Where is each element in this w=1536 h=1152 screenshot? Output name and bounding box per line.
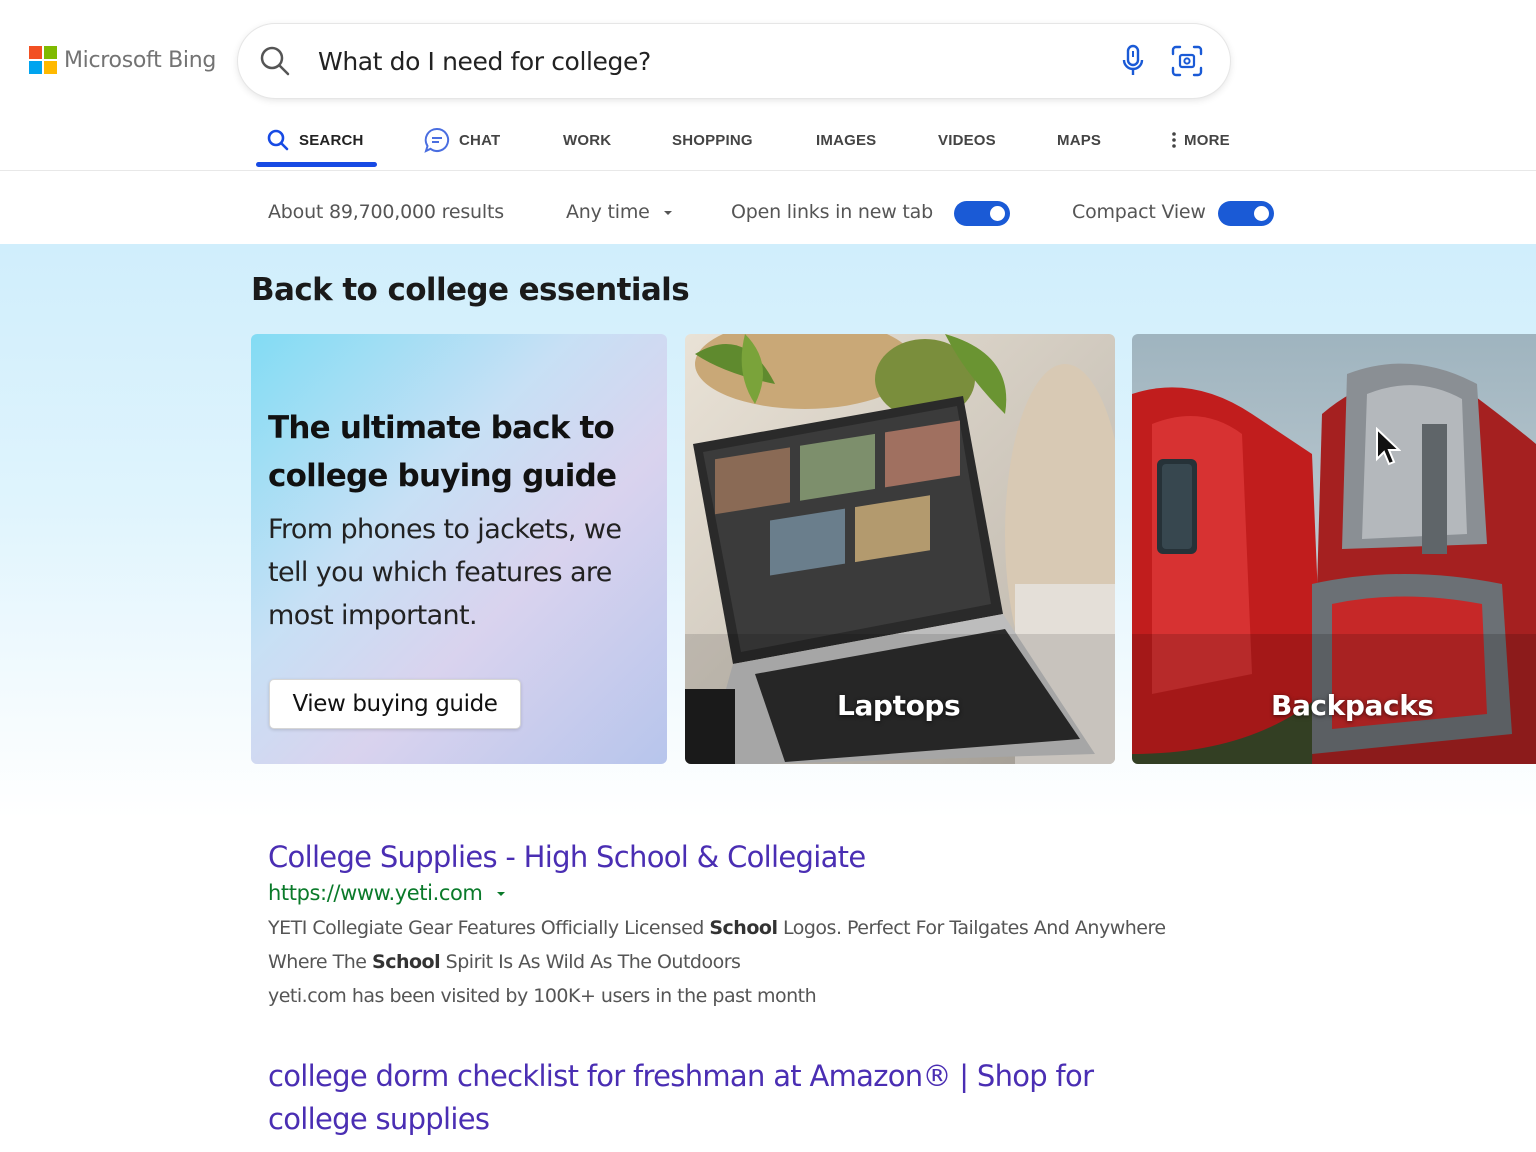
tab-chat[interactable]: CHAT [424, 112, 500, 168]
tab-maps[interactable]: MAPS [1057, 112, 1101, 168]
laptops-card[interactable]: Laptops [685, 334, 1115, 764]
snippet-text: YETI Collegiate Gear Features Officially… [268, 917, 710, 939]
search-input[interactable] [316, 46, 1080, 77]
visual-search-icon[interactable] [1170, 44, 1204, 78]
search-box[interactable] [238, 24, 1230, 98]
tab-images[interactable]: IMAGES [816, 112, 876, 168]
snippet-highlight: School [372, 951, 441, 973]
result-url-text: https://www.yeti.com [268, 881, 483, 905]
card-label: Backpacks [1271, 689, 1434, 722]
more-vertical-icon [1172, 132, 1176, 148]
guide-description: From phones to jackets, we tell you whic… [268, 514, 622, 631]
tab-label: CHAT [459, 131, 501, 149]
mouse-cursor-icon [1376, 427, 1401, 466]
time-filter-label: Any time [566, 201, 650, 223]
compact-view-toggle[interactable] [1218, 201, 1274, 226]
result-snippet: YETI Collegiate Gear Features Officially… [268, 911, 1168, 979]
toggle-knob [1254, 206, 1269, 221]
open-links-toggle[interactable] [954, 201, 1010, 226]
result-title-link[interactable]: College Supplies - High School & Collegi… [268, 836, 1168, 879]
result-title-link[interactable]: college dorm checklist for freshman at A… [268, 1055, 1168, 1141]
search-result: College Supplies - High School & Collegi… [268, 836, 1168, 1013]
tab-label: VIDEOS [938, 131, 996, 149]
microphone-icon[interactable] [1120, 43, 1146, 79]
tab-label: WORK [563, 131, 612, 149]
buying-guide-card[interactable]: The ultimate back to college buying guid… [251, 334, 667, 764]
snippet-text: Spirit Is As Wild As The Outdoors [440, 951, 741, 973]
filter-bar: About 89,700,000 results Any time Open l… [0, 171, 1536, 243]
active-tab-indicator [256, 162, 377, 167]
view-buying-guide-button[interactable]: View buying guide [269, 679, 521, 729]
tab-search[interactable]: SEARCH [266, 112, 364, 168]
tab-shopping[interactable]: SHOPPING [672, 112, 753, 168]
guide-title: The ultimate back to college buying guid… [268, 410, 617, 494]
chat-icon [424, 127, 450, 153]
snippet-highlight: School [709, 917, 778, 939]
tab-label: SEARCH [299, 131, 364, 149]
result-url[interactable]: https://www.yeti.com [268, 881, 1168, 905]
caret-down-icon[interactable] [495, 890, 507, 898]
caret-down-icon [663, 210, 672, 215]
logo-text: Microsoft Bing [64, 47, 217, 73]
header: Microsoft Bing SEARCH [0, 0, 1536, 171]
search-icon[interactable] [258, 44, 292, 78]
card-label: Laptops [837, 689, 961, 722]
microsoft-logo-icon [29, 46, 57, 74]
hero-section: Back to college essentials The ultimate … [0, 244, 1536, 819]
search-icon [267, 129, 289, 151]
open-links-label: Open links in new tab [731, 201, 933, 223]
tab-label: MORE [1184, 131, 1230, 149]
backpacks-card[interactable]: Backpacks [1132, 334, 1536, 764]
tab-videos[interactable]: VIDEOS [938, 112, 996, 168]
tab-label: IMAGES [816, 131, 877, 149]
result-count: About 89,700,000 results [268, 201, 504, 223]
bing-logo[interactable]: Microsoft Bing [29, 46, 216, 74]
tab-more[interactable]: MORE [1170, 112, 1230, 168]
hero-title: Back to college essentials [251, 272, 690, 308]
tab-work[interactable]: WORK [563, 112, 611, 168]
tab-label: SHOPPING [672, 131, 753, 149]
compact-view-label: Compact View [1072, 201, 1206, 223]
result-visits: yeti.com has been visited by 100K+ users… [268, 985, 817, 1007]
toggle-knob [990, 206, 1005, 221]
time-filter-dropdown[interactable]: Any time [566, 201, 674, 223]
search-result: college dorm checklist for freshman at A… [268, 1055, 1168, 1141]
tab-label: MAPS [1057, 131, 1102, 149]
